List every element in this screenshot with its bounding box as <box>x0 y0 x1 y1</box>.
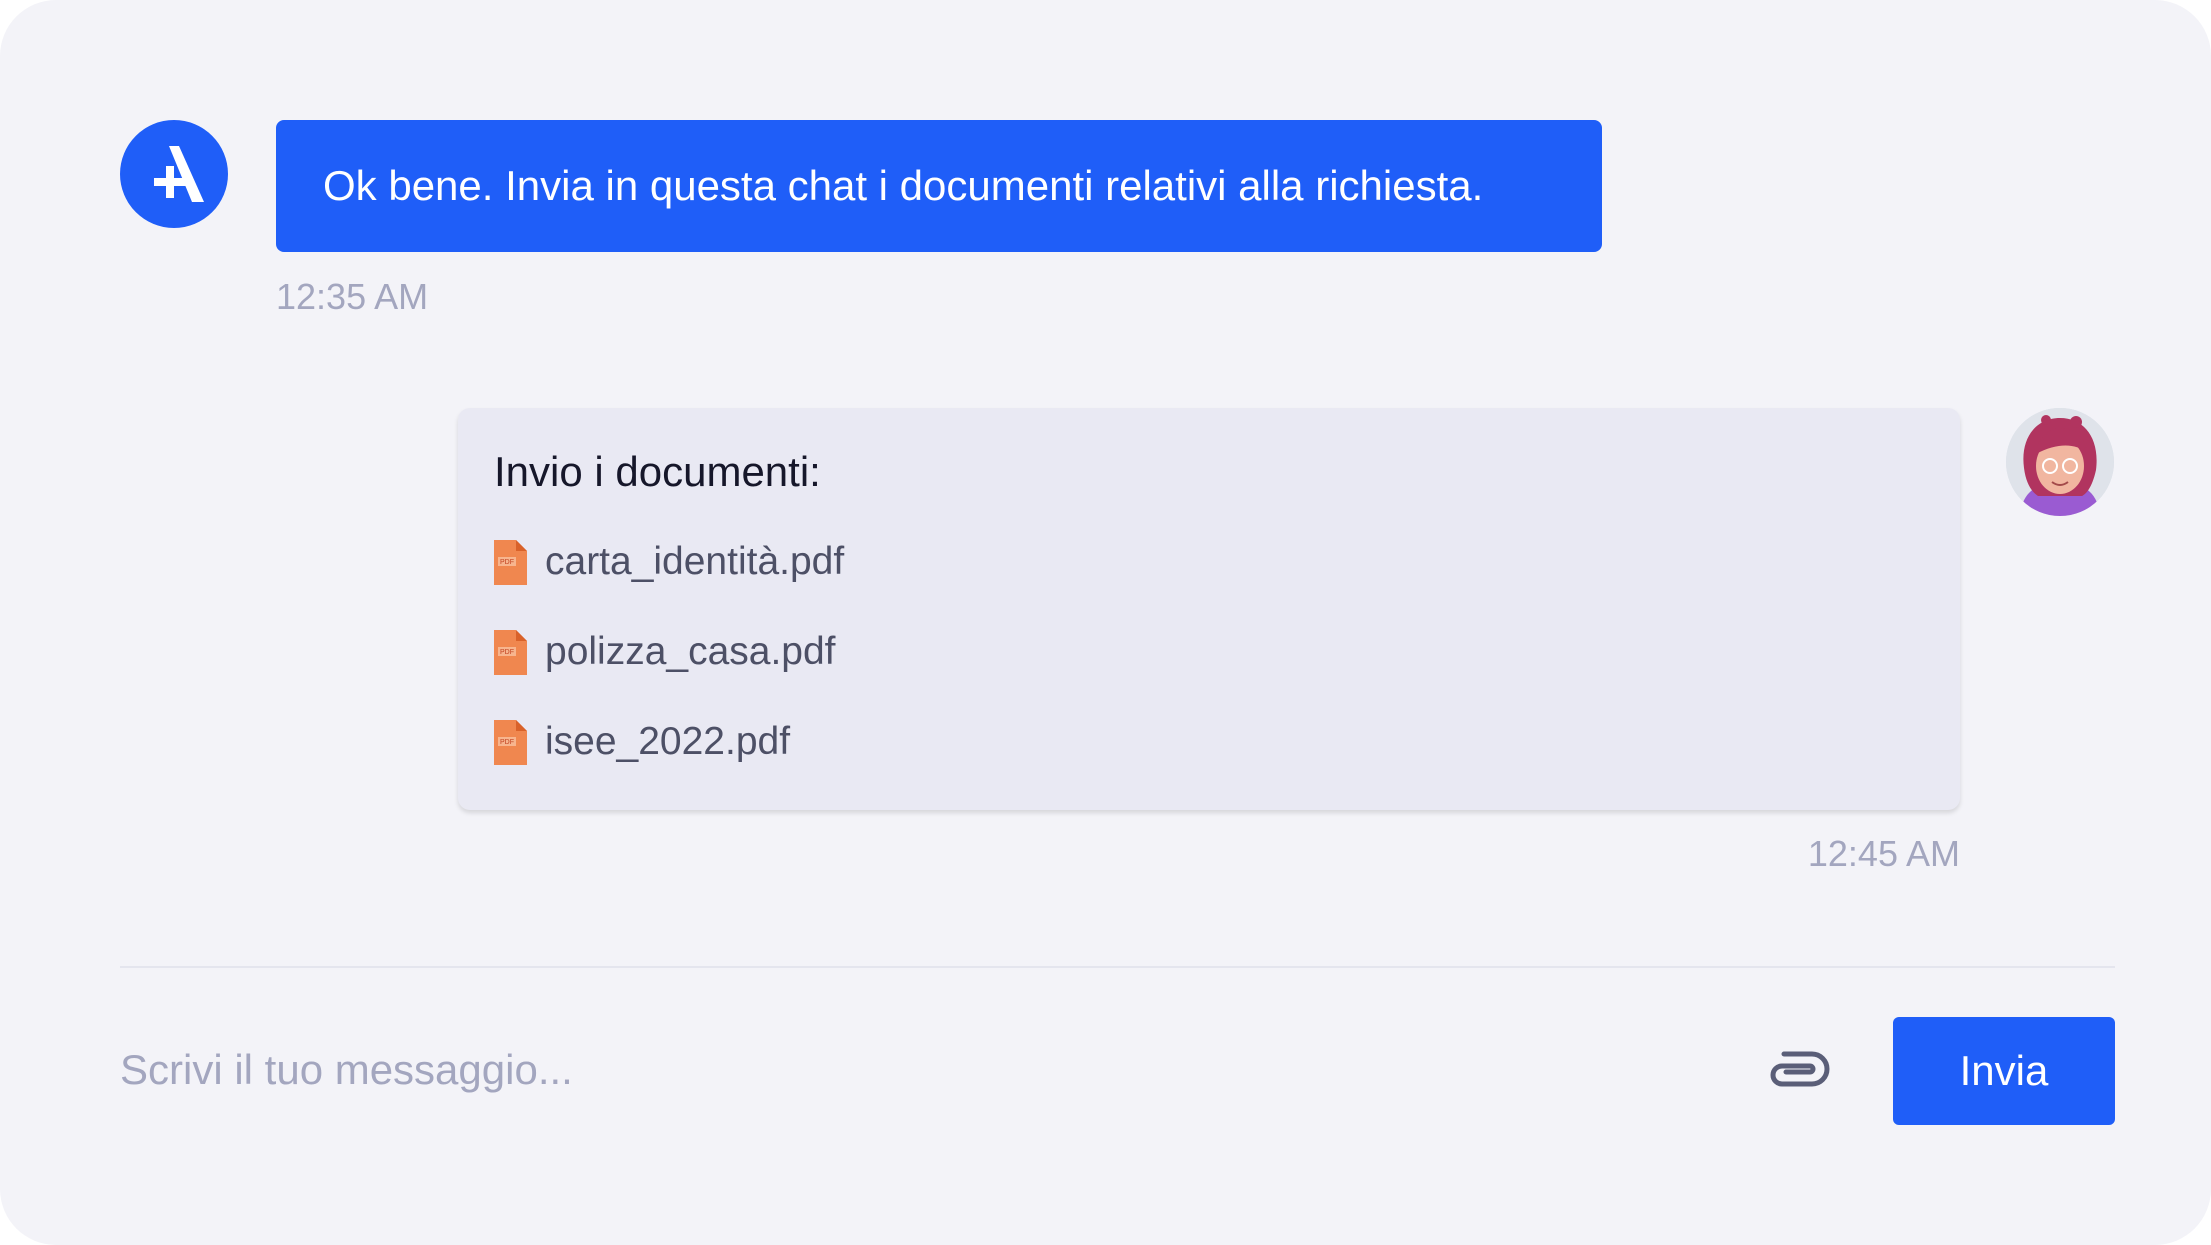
pdf-icon: PDF <box>494 629 527 675</box>
user-message-time: 12:45 AM <box>1807 833 1960 874</box>
message-input[interactable] <box>120 1040 1720 1100</box>
user-message-title: Invio i documenti: <box>494 448 821 495</box>
composer-divider <box>120 966 2115 968</box>
bot-message-time: 12:35 AM <box>276 276 429 317</box>
chat-panel: Ok bene. Invia in questa chat i document… <box>0 0 2211 1245</box>
pdf-icon: PDF <box>494 539 527 585</box>
document-item[interactable]: PDF polizza_casa.pdf <box>494 628 836 676</box>
document-name: polizza_casa.pdf <box>545 630 836 673</box>
bot-message-text: Ok bene. Invia in questa chat i document… <box>323 162 1484 209</box>
bot-message-bubble: Ok bene. Invia in questa chat i document… <box>276 120 1602 252</box>
svg-text:PDF: PDF <box>500 649 514 656</box>
document-name: carta_identità.pdf <box>545 540 845 583</box>
svg-text:PDF: PDF <box>500 559 514 566</box>
logo-icon <box>154 146 204 202</box>
pdf-icon: PDF <box>494 719 527 765</box>
document-name: isee_2022.pdf <box>545 720 791 763</box>
svg-text:PDF: PDF <box>500 739 514 746</box>
paperclip-icon[interactable] <box>1764 1046 1830 1092</box>
bot-avatar <box>120 120 228 228</box>
user-avatar-image <box>2006 408 2114 516</box>
document-item[interactable]: PDF isee_2022.pdf <box>494 718 790 766</box>
send-button[interactable]: Invia <box>1893 1017 2115 1125</box>
user-avatar <box>2006 408 2114 516</box>
document-item[interactable]: PDF carta_identità.pdf <box>494 538 844 586</box>
user-message-bubble: Invio i documenti: PDF carta_identità.pd… <box>458 408 1960 810</box>
